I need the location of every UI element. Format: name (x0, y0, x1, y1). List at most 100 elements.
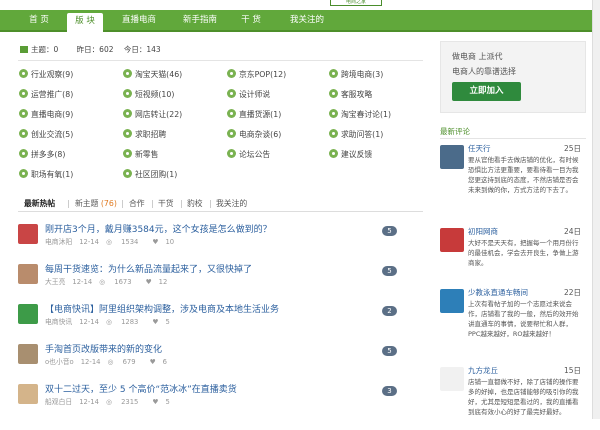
thread-author[interactable]: 电商沐阳 (45, 238, 72, 246)
author-avatar[interactable] (18, 384, 38, 404)
forum-label: 客服攻略 (341, 90, 373, 99)
forum-item[interactable]: 淘宝天猫(46) (123, 68, 182, 82)
forum-item[interactable]: 设计师说 (227, 88, 270, 102)
forum-item[interactable]: 网店转让(22) (123, 108, 182, 122)
author-avatar[interactable] (18, 224, 38, 244)
heart-icon: ♥ (152, 318, 159, 326)
thread-title[interactable]: 【电商快讯】阿里组织架构调整，涉及电商及本地生活业务 (45, 302, 279, 315)
thread-date: 12-14 (80, 358, 101, 366)
comment-item: 任天行 25日 要从官他看手去做店铺的优化，有时候恐惧比方法更重要，要看待看一目… (440, 143, 586, 208)
tab-new-topics[interactable]: 新主题 (76) (75, 196, 117, 211)
forum-item[interactable]: 短视频(10) (123, 88, 174, 102)
forum-item[interactable]: 新零售 (123, 148, 158, 162)
thread-title[interactable]: 刚开店3个月，戴月赚3584元，这个女孩是怎么做到的？ (45, 222, 272, 235)
comment-text[interactable]: 要从官他看手去做店铺的优化，有时候恐惧比方法更重要，要看待看一目为我您更这持到底… (468, 155, 584, 195)
thread-author[interactable]: o也小音o (45, 358, 74, 366)
tab-dry-goods[interactable]: 干货 (158, 196, 174, 211)
nav-beginner-guide[interactable]: 新手指南 (173, 10, 227, 30)
commenter-avatar[interactable] (440, 145, 464, 169)
nav-home[interactable]: 首 页 (18, 10, 60, 30)
tab-separator (68, 200, 69, 208)
chart-icon (20, 46, 28, 53)
stat-topics: 主题：0 (31, 45, 59, 54)
forum-stats: 主题：0 昨日：602 今日：143 (20, 44, 169, 55)
thread-title[interactable]: 每周干货速览：为什么新品流量起来了，又很快掉了 (45, 262, 252, 275)
thread-title[interactable]: 手淘首页改版带来的新的变化 (45, 342, 162, 355)
join-now-button[interactable]: 立即加入 (452, 82, 521, 101)
eye-icon: ◎ (105, 318, 112, 326)
commenter-name[interactable]: 初阳网商 (468, 226, 498, 237)
divider (440, 138, 586, 139)
forum-item[interactable]: 直播货源(1) (227, 108, 281, 122)
comment-text[interactable]: 大好不是天天有，把握每一个用月份行的最佳机会，学会去开良生，争做上游商家。 (468, 238, 584, 268)
forum-item[interactable]: 直播电商(9) (19, 108, 73, 122)
forum-item[interactable]: 运营推广(8) (19, 88, 73, 102)
tab-latest-hot[interactable]: 最新热帖 (24, 196, 55, 211)
forum-item[interactable]: 跨境电商(3) (329, 68, 383, 82)
forum-label: 求助问答(1) (341, 130, 384, 139)
thread-likes: 10 (165, 238, 175, 246)
comment-item: 少教泳直通车畅间 22日 上次有看帖子加的一个志愿过来说会作，店铺看了我的一般，… (440, 287, 586, 352)
forum-label: 行业观察(9) (31, 70, 74, 79)
comment-text[interactable]: 上次有看帖子加的一个志愿过来说会作，店铺看了我的一般，然后的效开始讲直通车的事情… (468, 299, 584, 339)
forum-label: 设计师说 (239, 90, 271, 99)
forum-item[interactable]: 京东POP(12) (227, 68, 286, 82)
tab-baoxiao[interactable]: 豹校 (187, 196, 203, 211)
forum-item[interactable]: 社区团购(1) (123, 168, 177, 182)
commenter-name[interactable]: 少教泳直通车畅间 (468, 287, 528, 298)
forum-icon (19, 169, 28, 178)
forum-icon (123, 169, 132, 178)
commenter-avatar[interactable] (440, 228, 464, 252)
forum-item[interactable]: 求职招聘 (123, 128, 166, 142)
forum-icon (123, 149, 132, 158)
tab-my-following[interactable]: 我关注的 (216, 196, 247, 211)
tab-new-topics-label: 新主题 (75, 199, 99, 208)
forum-item[interactable]: 建议反馈 (329, 148, 372, 162)
thread-tabs: 最新热帖 新主题 (76) 合作 干货 豹校 我关注的 (18, 196, 423, 212)
nav-following[interactable]: 我关注的 (280, 10, 334, 30)
thread-row[interactable]: 刚开店3个月，戴月赚3584元，这个女孩是怎么做到的？ 电商沐阳 12-14 ◎ 1… (18, 222, 423, 252)
top-navigation: 首 页 版 块 直播电商 新手指南 干 货 我关注的 (0, 10, 600, 32)
forum-item[interactable]: 电商杂谈(6) (227, 128, 281, 142)
thread-author[interactable]: 大王亮 (45, 278, 65, 286)
forum-item[interactable]: 拼多多(8) (19, 148, 65, 162)
reply-count-badge: 5 (382, 346, 397, 356)
forum-item[interactable]: 求助问答(1) (329, 128, 383, 142)
forum-icon (329, 149, 338, 158)
author-avatar[interactable] (18, 344, 38, 364)
thread-meta: 船观白日 12-14 ◎ 2315 ♥ 5 (45, 396, 184, 406)
forum-item[interactable]: 淘宝春讨论(1) (329, 108, 391, 122)
thread-row[interactable]: 每周干货速览：为什么新品流量起来了，又很快掉了 大王亮 12-14 ◎ 1673 ♥ 1… (18, 262, 423, 292)
forum-icon (227, 129, 236, 138)
thread-author[interactable]: 电商快讯 (45, 318, 72, 326)
page-scrollbar[interactable] (592, 0, 600, 419)
nav-dry-goods[interactable]: 干 货 (235, 10, 267, 30)
comment-date: 22日 (563, 288, 581, 297)
thread-row[interactable]: 手淘首页改版带来的新的变化 o也小音o 12-14 ◎ 679 ♥ 6 5 (18, 342, 423, 372)
commenter-avatar[interactable] (440, 289, 464, 313)
forum-item[interactable]: 论坛公告 (227, 148, 270, 162)
forum-item[interactable]: 客服攻略 (329, 88, 372, 102)
tab-cooperation[interactable]: 合作 (129, 196, 145, 211)
forum-icon (19, 89, 28, 98)
thread-title[interactable]: 双十二过天，至少 5 个高价“范冰冰”在直播卖货 (45, 382, 237, 395)
forum-item[interactable]: 创业交流(5) (19, 128, 73, 142)
author-avatar[interactable] (18, 264, 38, 284)
thread-views: 1283 (121, 318, 139, 326)
thread-row[interactable]: 双十二过天，至少 5 个高价“范冰冰”在直播卖货 船观白日 12-14 ◎ 2315… (18, 382, 423, 412)
commenter-name[interactable]: 九方龙丘 (468, 365, 498, 376)
forum-item[interactable]: 行业观察(9) (19, 68, 73, 82)
commenter-avatar[interactable] (440, 367, 464, 391)
thread-author[interactable]: 船观白日 (45, 398, 72, 406)
site-logo[interactable]: 电商之家 (330, 0, 382, 6)
promo-headline: 做电商 上派代 (452, 52, 503, 61)
thread-date: 12-14 (72, 278, 93, 286)
nav-boards[interactable]: 版 块 (67, 13, 103, 32)
thread-row[interactable]: 【电商快讯】阿里组织架构调整，涉及电商及本地生活业务 电商快讯 12-14 ◎ 12… (18, 302, 423, 332)
forum-item[interactable]: 职场有氧(1) (19, 168, 73, 182)
nav-live-ecommerce[interactable]: 直播电商 (112, 10, 166, 30)
comment-text[interactable]: 店铺一直都做不好，除了店铺的操作要多的好掉，也是店铺能够的吸引你的我好，尤其是短… (468, 377, 584, 417)
author-avatar[interactable] (18, 304, 38, 324)
commenter-name[interactable]: 任天行 (468, 143, 491, 154)
forum-label: 拼多多(8) (31, 150, 66, 159)
